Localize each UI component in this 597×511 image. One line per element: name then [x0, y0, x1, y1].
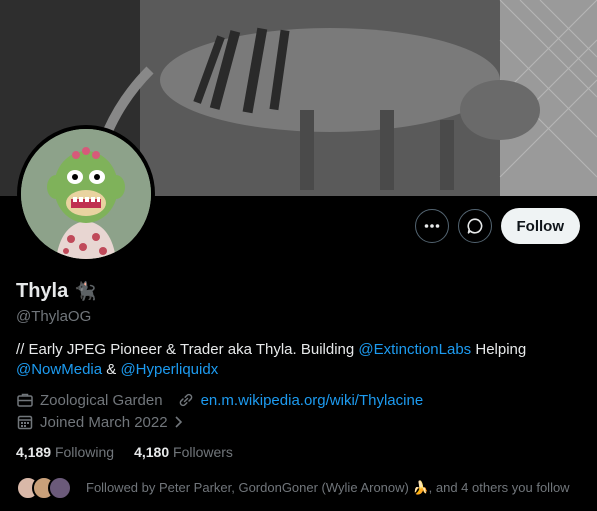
bio-text: & — [102, 361, 121, 378]
name-row: Thyla 🐈‍⬛ — [16, 280, 97, 303]
mention-link[interactable]: @Hyperliquidx — [120, 361, 218, 378]
followers-count: 4,180 — [134, 444, 170, 460]
more-icon — [424, 224, 439, 228]
name-emoji: 🐈‍⬛ — [74, 281, 97, 301]
message-icon — [467, 218, 482, 234]
follow-counts: 4,189 Following 4,180 Followers — [16, 444, 233, 460]
more-button[interactable] — [414, 209, 449, 243]
bio-text: // Early JPEG Pioneer & Trader aka Thyla… — [16, 341, 359, 358]
joined-row: Joined March 2022 — [16, 413, 184, 431]
following-label: Following — [54, 444, 115, 460]
follower-avatars — [16, 476, 72, 500]
message-button[interactable] — [457, 209, 492, 243]
mention-link[interactable]: @NowMedia — [16, 361, 102, 378]
bio-text: Helping — [471, 341, 527, 358]
follow-button[interactable]: Follow — [500, 208, 580, 244]
chevron-right-icon[interactable] — [174, 415, 184, 429]
follower-avatar — [48, 476, 72, 500]
followed-by-text: Followed by Peter Parker, GordonGoner (W… — [86, 480, 570, 495]
followed-by[interactable]: Followed by Peter Parker, GordonGoner (W… — [16, 476, 570, 500]
calendar-icon — [17, 415, 33, 430]
following-link[interactable]: 4,189 Following — [16, 444, 114, 460]
following-count: 4,189 — [16, 444, 52, 460]
bio: // Early JPEG Pioneer & Trader aka Thyla… — [16, 340, 581, 380]
display-name: Thyla — [16, 280, 69, 302]
followers-label: Followers — [173, 444, 233, 460]
avatar[interactable] — [17, 125, 155, 263]
mention-link[interactable]: @ExtinctionLabs — [358, 341, 471, 358]
profile-actions: Follow — [414, 208, 580, 244]
followers-link[interactable]: 4,180 Followers — [134, 444, 233, 460]
briefcase-icon — [17, 393, 33, 407]
joined-label: Joined March 2022 — [40, 413, 168, 431]
avatar-image — [21, 129, 151, 259]
work-label: Zoological Garden — [40, 391, 163, 409]
link-icon — [179, 393, 192, 407]
handle: @ThylaOG — [16, 308, 92, 325]
profile-meta-row: Zoological Garden en.m.wikipedia.org/wik… — [16, 391, 423, 409]
website-link[interactable]: en.m.wikipedia.org/wiki/Thylacine — [201, 392, 424, 409]
